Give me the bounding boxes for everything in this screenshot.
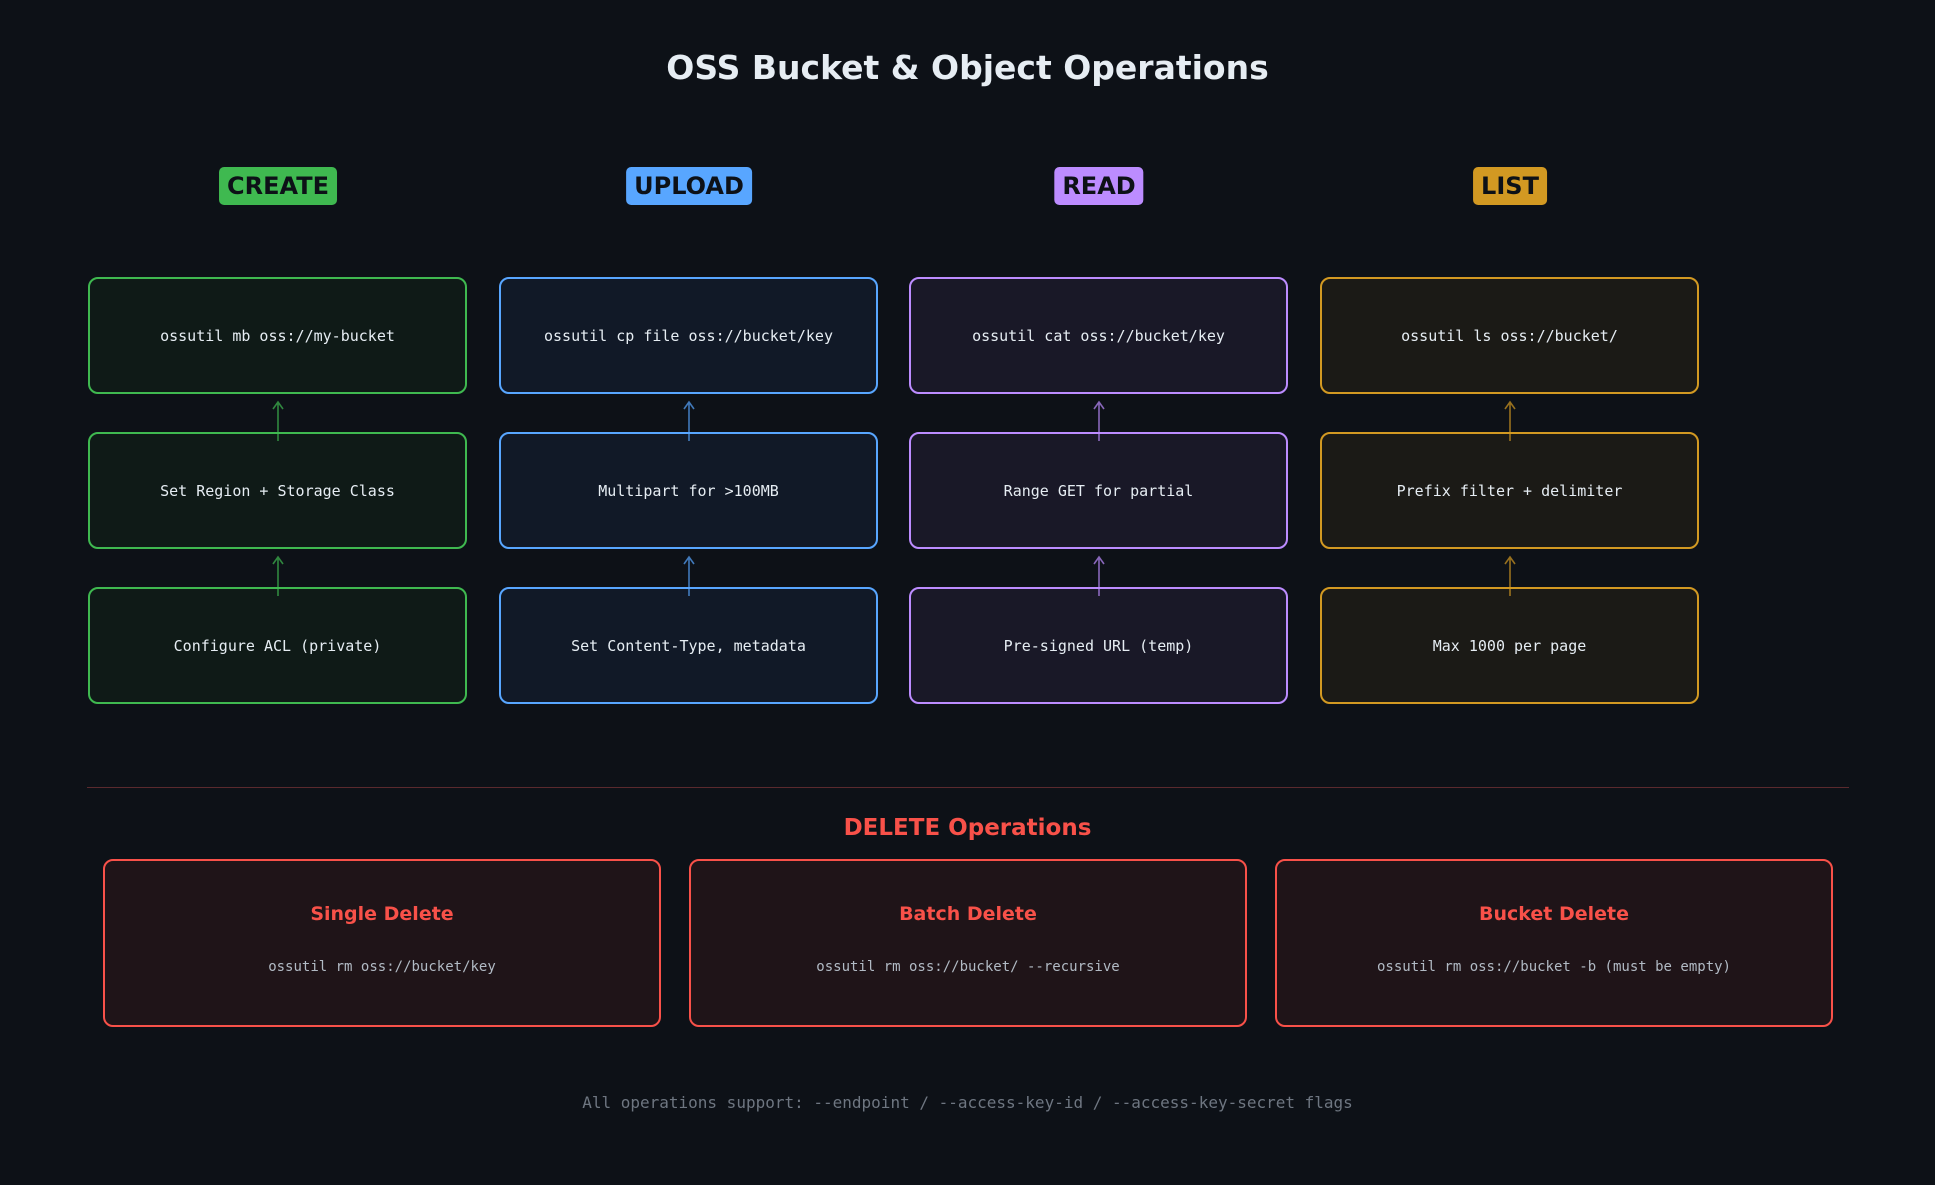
- upload-step-metadata: Set Content-Type, metadata: [499, 587, 878, 704]
- arrow-up-icon: [272, 555, 284, 596]
- delete-card-title: Single Delete: [310, 903, 454, 925]
- delete-card-title: Batch Delete: [899, 903, 1037, 925]
- section-divider: [87, 787, 1849, 788]
- arrow-up-icon: [272, 400, 284, 441]
- delete-card-command: ossutil rm oss://bucket/ --recursive: [816, 959, 1120, 975]
- arrow-up-icon: [1504, 400, 1516, 441]
- delete-card-command: ossutil rm oss://bucket/key: [268, 959, 496, 975]
- list-step-prefix: Prefix filter + delimiter: [1320, 432, 1699, 549]
- column-label-create: CREATE: [219, 167, 337, 205]
- arrow-up-icon: [1093, 400, 1105, 441]
- read-step-presigned: Pre-signed URL (temp): [909, 587, 1288, 704]
- delete-card-single: Single Delete ossutil rm oss://bucket/ke…: [103, 859, 661, 1027]
- column-label-list: LIST: [1473, 167, 1547, 205]
- delete-card-command: ossutil rm oss://bucket -b (must be empt…: [1376, 959, 1731, 975]
- delete-section-heading: DELETE Operations: [843, 815, 1092, 841]
- upload-step-multipart: Multipart for >100MB: [499, 432, 878, 549]
- column-label-read: READ: [1054, 167, 1144, 205]
- arrow-up-icon: [1093, 555, 1105, 596]
- arrow-up-icon: [1504, 555, 1516, 596]
- page-title: OSS Bucket & Object Operations: [666, 48, 1269, 87]
- create-step-region: Set Region + Storage Class: [88, 432, 467, 549]
- arrow-up-icon: [683, 400, 695, 441]
- create-step-command: ossutil mb oss://my-bucket: [88, 277, 467, 394]
- read-step-command: ossutil cat oss://bucket/key: [909, 277, 1288, 394]
- footer-note: All operations support: --endpoint / --a…: [582, 1093, 1353, 1112]
- column-label-upload: UPLOAD: [626, 167, 752, 205]
- read-step-range: Range GET for partial: [909, 432, 1288, 549]
- list-step-command: ossutil ls oss://bucket/: [1320, 277, 1699, 394]
- delete-card-title: Bucket Delete: [1478, 903, 1629, 925]
- delete-card-batch: Batch Delete ossutil rm oss://bucket/ --…: [689, 859, 1247, 1027]
- upload-step-command: ossutil cp file oss://bucket/key: [499, 277, 878, 394]
- delete-card-bucket: Bucket Delete ossutil rm oss://bucket -b…: [1275, 859, 1833, 1027]
- list-step-max: Max 1000 per page: [1320, 587, 1699, 704]
- arrow-up-icon: [683, 555, 695, 596]
- create-step-acl: Configure ACL (private): [88, 587, 467, 704]
